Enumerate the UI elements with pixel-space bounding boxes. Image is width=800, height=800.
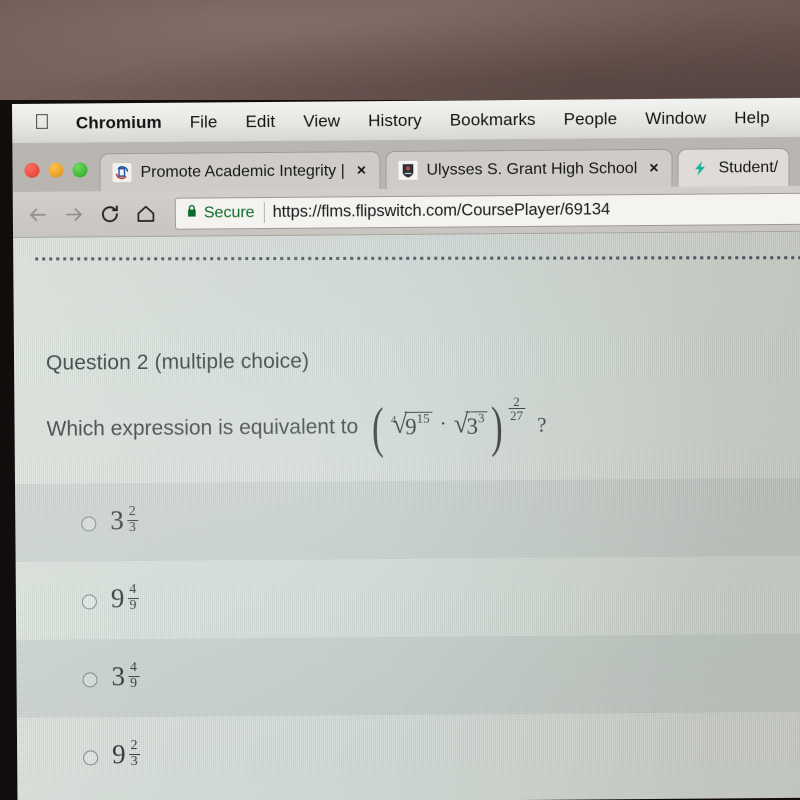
option-base: 3 xyxy=(111,661,126,692)
macos-menubar:  Chromium File Edit View History Bookma… xyxy=(12,97,800,144)
tab-strip: Promote Academic Integrity | × Ulysses S… xyxy=(12,137,800,192)
radio-button[interactable] xyxy=(81,515,97,531)
photo-of-screen:  Chromium File Edit View History Bookma… xyxy=(0,0,800,800)
option-exponent-denominator: 9 xyxy=(127,675,140,691)
exponent-numerator: 2 xyxy=(513,394,520,410)
answer-option-math: 3 4 9 xyxy=(111,660,140,693)
dotted-divider xyxy=(35,256,800,261)
minimize-traffic-light[interactable] xyxy=(48,162,64,178)
option-base: 9 xyxy=(111,739,126,770)
turnitin-favicon xyxy=(112,163,132,183)
browser-toolbar: Secure https://flms.flipswitch.com/Cours… xyxy=(12,185,800,238)
security-indicator[interactable]: Secure xyxy=(185,202,265,224)
tab-student-active[interactable]: Student/ xyxy=(677,147,789,187)
radicand: 33 xyxy=(465,410,488,440)
menu-item-people[interactable]: People xyxy=(550,109,632,130)
radicand: 915 xyxy=(404,410,433,440)
question-mark: ? xyxy=(537,413,547,438)
answer-option-3[interactable]: 3 4 9 xyxy=(16,633,800,718)
radicand-base: 3 xyxy=(466,414,479,440)
menu-item-chromium[interactable]: Chromium xyxy=(76,112,176,133)
menu-item-bookmarks[interactable]: Bookmarks xyxy=(436,109,550,130)
window-traffic-lights xyxy=(18,162,99,192)
menu-item-window[interactable]: Window xyxy=(631,108,720,129)
tab-close-icon[interactable]: × xyxy=(646,159,661,176)
radio-button[interactable] xyxy=(81,593,97,609)
question-prompt-row: Which expression is equivalent to ( 4 √ … xyxy=(46,394,547,459)
url-text: https://flms.flipswitch.com/CoursePlayer… xyxy=(272,200,611,221)
math-expression: ( 4 √ 915 · √ 33 ) 2 27 ? xyxy=(368,394,547,459)
menu-item-help[interactable]: Help xyxy=(720,107,784,127)
close-traffic-light[interactable] xyxy=(24,162,40,178)
radical-index: 4 xyxy=(390,413,397,427)
radicand-base: 9 xyxy=(405,414,417,440)
forward-arrow-icon[interactable] xyxy=(57,197,91,231)
option-base: 9 xyxy=(110,583,125,614)
school-crest-favicon xyxy=(398,160,418,180)
menu-item-history[interactable]: History xyxy=(354,110,436,131)
menu-item-edit[interactable]: Edit xyxy=(231,111,289,131)
option-exponent-numerator: 4 xyxy=(129,660,137,676)
home-icon[interactable] xyxy=(129,196,163,230)
option-exponent-fraction: 2 3 xyxy=(126,504,138,535)
option-exponent-fraction: 4 9 xyxy=(127,660,140,691)
option-exponent-fraction: 4 9 xyxy=(127,582,139,613)
tab-close-icon[interactable]: × xyxy=(354,162,369,179)
option-exponent-numerator: 4 xyxy=(129,582,137,598)
tab-title: Student/ xyxy=(718,158,778,176)
answer-option-2[interactable]: 9 4 9 xyxy=(16,556,800,640)
answer-options-list: 3 2 3 9 4 9 3 4 9 9 2 3 xyxy=(14,477,800,796)
answer-option-4[interactable]: 9 2 3 xyxy=(17,712,800,796)
option-exponent-numerator: 2 xyxy=(130,738,138,754)
apple-icon[interactable]:  xyxy=(34,110,50,133)
multiplication-dot: · xyxy=(439,411,447,437)
radio-button[interactable] xyxy=(83,749,99,765)
screen-content:  Chromium File Edit View History Bookma… xyxy=(12,97,800,800)
back-arrow-icon[interactable] xyxy=(21,197,55,231)
answer-option-math: 9 2 3 xyxy=(111,738,140,771)
answer-option-1[interactable]: 3 2 3 xyxy=(14,477,800,562)
radicand-exponent: 3 xyxy=(477,410,485,426)
square-root-radical: √ 33 xyxy=(454,408,488,440)
address-bar[interactable]: Secure https://flms.flipswitch.com/Cours… xyxy=(174,192,800,230)
option-base: 3 xyxy=(110,505,124,536)
reload-icon[interactable] xyxy=(93,197,127,231)
tab-title: Ulysses S. Grant High School xyxy=(426,159,637,179)
exponent-denominator: 27 xyxy=(508,408,526,424)
flipswitch-bolt-favicon xyxy=(690,159,709,178)
option-exponent-denominator: 9 xyxy=(127,597,139,613)
fourth-root-radical: 4 √ 915 xyxy=(387,409,433,441)
radicand-exponent: 15 xyxy=(416,410,430,426)
tab-title: Promote Academic Integrity | xyxy=(140,161,345,181)
radio-button[interactable] xyxy=(82,671,98,687)
lock-icon xyxy=(186,204,198,223)
zoom-traffic-light[interactable] xyxy=(72,162,88,178)
course-player-page: Question 2 (multiple choice) Which expre… xyxy=(13,231,800,800)
answer-option-math: 3 2 3 xyxy=(110,504,138,537)
tab-ulysses-s-grant-high-school[interactable]: Ulysses S. Grant High School × xyxy=(385,148,673,190)
question-prompt-text: Which expression is equivalent to xyxy=(46,415,359,441)
secure-label: Secure xyxy=(203,203,255,221)
option-exponent-numerator: 2 xyxy=(128,504,136,520)
question-label: Question 2 (multiple choice) xyxy=(45,349,310,375)
option-exponent-denominator: 3 xyxy=(128,753,140,769)
option-exponent-denominator: 3 xyxy=(126,519,138,535)
outer-exponent-fraction: 2 27 xyxy=(508,394,526,424)
tab-promote-academic-integrity[interactable]: Promote Academic Integrity | × xyxy=(99,151,381,192)
menu-item-view[interactable]: View xyxy=(289,111,354,132)
answer-option-math: 9 4 9 xyxy=(110,582,139,615)
background-wall xyxy=(0,0,800,104)
option-exponent-fraction: 2 3 xyxy=(128,738,140,769)
menu-item-file[interactable]: File xyxy=(176,112,232,132)
